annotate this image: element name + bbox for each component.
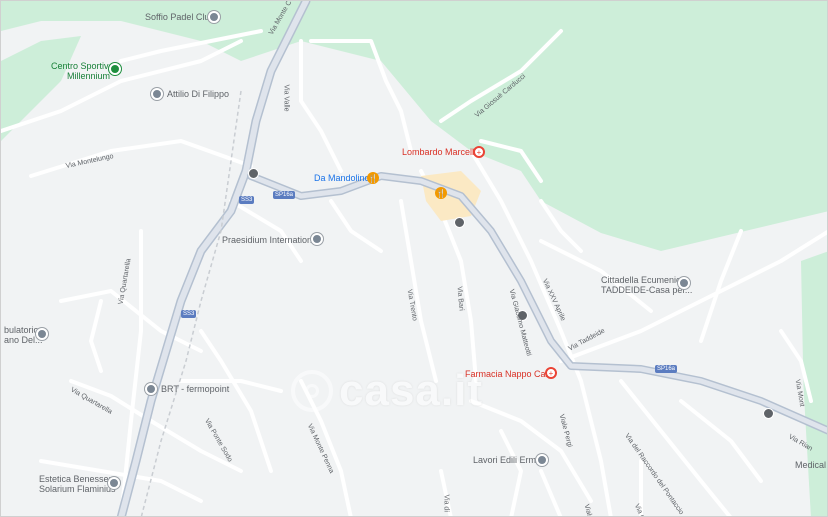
- poi-label-estetica-2[interactable]: Solarium Flaminius: [39, 485, 116, 494]
- route-shield-ss3: SS3: [181, 310, 197, 318]
- casa-logo-icon: [291, 370, 333, 412]
- route-shield-sp16a: SP16a: [655, 365, 678, 373]
- poi-label-cittadella-2[interactable]: TADDEIDE-Casa per...: [601, 286, 692, 295]
- place-pin-icon[interactable]: [145, 383, 157, 395]
- poi-label-da-mandolino[interactable]: Da Mandolino: [314, 174, 370, 183]
- place-pin-icon[interactable]: [311, 233, 323, 245]
- poi-label-farmacia[interactable]: Farmacia Nappo Carla: [465, 370, 556, 379]
- route-shield-ss3: SS3: [239, 196, 255, 204]
- park-place-icon[interactable]: [109, 63, 121, 75]
- poi-label-ambulatorio[interactable]: bulatorio: [4, 326, 39, 335]
- restaurant-icon[interactable]: 🍴: [435, 187, 447, 199]
- place-pin-icon[interactable]: [678, 277, 690, 289]
- poi-label-praesidium[interactable]: Praesidium International: [222, 236, 319, 245]
- watermark-text: casa.it: [339, 366, 483, 415]
- poi-label-soffio-padel[interactable]: Soffio Padel Club: [145, 13, 214, 22]
- poi-label-lavori-edili[interactable]: Lavori Edili Ermal: [473, 456, 543, 465]
- place-pin-icon[interactable]: [108, 477, 120, 489]
- casa-watermark: casa.it: [291, 366, 483, 416]
- bus-stop-icon[interactable]: [248, 168, 259, 179]
- poi-label-estetica[interactable]: Estetica Benessere: [39, 475, 117, 484]
- poi-label-lombardo[interactable]: Lombardo Marcella: [402, 148, 479, 157]
- poi-label-cittadella[interactable]: Cittadella Ecumenica: [601, 276, 686, 285]
- poi-label-centro-sportivo-2[interactable]: Millennium: [67, 72, 110, 81]
- route-shield-sp16a: SP16a: [273, 191, 296, 199]
- bus-stop-icon[interactable]: [454, 217, 465, 228]
- sports-place-icon[interactable]: [208, 11, 220, 23]
- place-pin-icon[interactable]: [151, 88, 163, 100]
- poi-label-attilio[interactable]: Attilio Di Filippo: [167, 90, 229, 99]
- place-pin-icon[interactable]: [36, 328, 48, 340]
- restaurant-icon[interactable]: 🍴: [367, 172, 379, 184]
- medical-place-icon[interactable]: +: [473, 146, 485, 158]
- map-canvas[interactable]: casa.it SS3 SS3 SP16a SP16a Soffio Padel…: [0, 0, 828, 517]
- poi-label-brt[interactable]: BRT - fermopoint: [161, 385, 229, 394]
- place-pin-icon[interactable]: [536, 454, 548, 466]
- poi-label-medical[interactable]: Medical: [795, 461, 826, 470]
- pharmacy-icon[interactable]: +: [545, 367, 557, 379]
- street-label: Via di: [442, 494, 450, 512]
- poi-label-centro-sportivo[interactable]: Centro Sportivo: [51, 62, 114, 71]
- bus-stop-icon[interactable]: [763, 408, 774, 419]
- street-label: Via Valle: [282, 84, 290, 112]
